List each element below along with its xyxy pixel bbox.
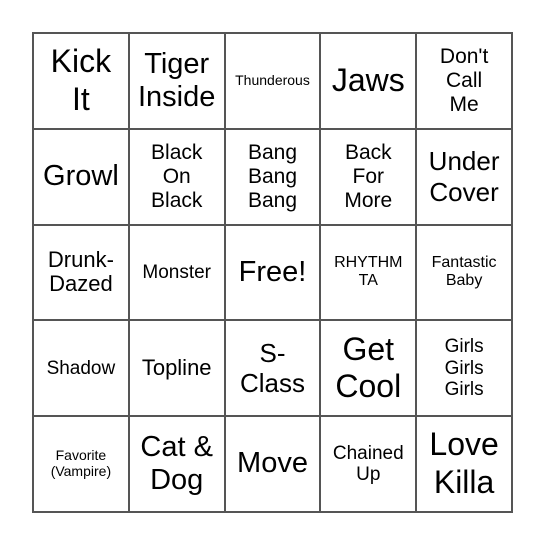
bingo-cell[interactable]: Black On Black — [129, 129, 226, 226]
bingo-cell[interactable]: Girls Girls Girls — [417, 321, 513, 418]
bingo-cell[interactable]: Monster — [129, 225, 226, 322]
bingo-cell[interactable]: Topline — [129, 321, 226, 418]
bingo-cell[interactable]: Thunderous — [225, 34, 322, 130]
bingo-cell[interactable]: Kick It — [34, 34, 130, 130]
bingo-board: Kick It Tiger Inside Thunderous Jaws Don… — [32, 32, 513, 513]
bingo-cell[interactable]: Get Cool — [321, 321, 418, 418]
bingo-cell[interactable]: Favorite (Vampire) — [34, 417, 130, 513]
bingo-cell[interactable]: Jaws — [321, 34, 418, 130]
bingo-cell[interactable]: Drunk- Dazed — [34, 225, 130, 322]
bingo-cell[interactable]: Cat & Dog — [129, 417, 226, 513]
bingo-cell[interactable]: Under Cover — [417, 129, 513, 226]
bingo-cell[interactable]: Fantastic Baby — [417, 225, 513, 322]
bingo-cell[interactable]: Move — [225, 417, 322, 513]
bingo-cell[interactable]: S- Class — [225, 321, 322, 418]
bingo-cell[interactable]: Chained Up — [321, 417, 418, 513]
bingo-cell[interactable]: Back For More — [321, 129, 418, 226]
bingo-cell[interactable]: Bang Bang Bang — [225, 129, 322, 226]
bingo-cell[interactable]: RHYTHM TA — [321, 225, 418, 322]
bingo-cell[interactable]: Love Killa — [417, 417, 513, 513]
bingo-cell[interactable]: Tiger Inside — [129, 34, 226, 130]
bingo-cell[interactable]: Don't Call Me — [417, 34, 513, 130]
free-space-cell[interactable]: Free! — [225, 225, 322, 322]
bingo-cell[interactable]: Shadow — [34, 321, 130, 418]
bingo-cell[interactable]: Growl — [34, 129, 130, 226]
